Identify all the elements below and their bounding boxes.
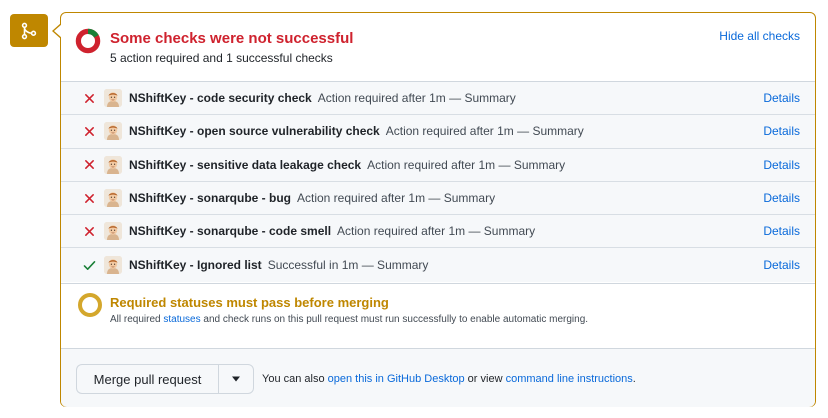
x-icon (82, 224, 96, 238)
check-details-link[interactable]: Details (763, 158, 800, 172)
merge-options-dropdown[interactable] (218, 364, 254, 394)
note-text-before: You can also (262, 373, 328, 385)
pending-circle-icon (78, 293, 102, 317)
check-text: NShiftKey - Ignored list Successful in 1m… (129, 258, 428, 272)
check-row: NShiftKey - sonarqube - code smell Action… (61, 215, 815, 249)
note-text-middle: or view (464, 373, 506, 385)
x-icon (82, 124, 96, 138)
avatar (104, 256, 122, 275)
merge-status-box: Some checks were not successful 5 action… (60, 12, 816, 407)
required-statuses-description: All required statuses and check runs on … (110, 313, 630, 326)
desc-text-after: and check runs on this pull request must… (200, 314, 589, 325)
checks-list: NShiftKey - code security check Action re… (61, 81, 815, 282)
check-details-link[interactable]: Details (763, 124, 800, 138)
check-description: Action required after 1m — Summary (367, 157, 566, 172)
check-text: NShiftKey - sonarqube - code smell Action… (129, 224, 535, 238)
check-text: NShiftKey - code security check Action re… (129, 91, 516, 105)
check-text: NShiftKey - open source vulnerability ch… (129, 124, 584, 138)
check-details-link[interactable]: Details (763, 191, 800, 205)
check-details-link[interactable]: Details (763, 91, 800, 105)
avatar (104, 189, 122, 208)
triangle-down-icon (232, 376, 240, 382)
check-description: Action required after 1m — Summary (297, 191, 496, 206)
check-name: NShiftKey - sonarqube - code smell (129, 224, 332, 239)
check-row: NShiftKey - sensitive data leakage check… (61, 149, 815, 182)
check-name: NShiftKey - sonarqube - bug (129, 191, 291, 206)
avatar (104, 89, 122, 108)
merge-alternatives-note: You can also open this in GitHub Desktop… (262, 372, 636, 386)
desc-text-before: All required (110, 314, 164, 325)
check-details-link[interactable]: Details (763, 258, 800, 272)
checks-summary-subtitle: 5 action required and 1 successful check… (110, 51, 333, 65)
x-icon (82, 91, 96, 105)
check-text: NShiftKey - sonarqube - bug Action requir… (129, 191, 495, 205)
check-description: Action required after 1m — Summary (385, 124, 584, 139)
checks-summary: Some checks were not successful 5 action… (61, 13, 815, 81)
check-details-link[interactable]: Details (763, 224, 800, 238)
merge-area: Merge pull request You can also open thi… (61, 348, 815, 407)
git-merge-glyph (21, 22, 37, 39)
required-statuses-title: Required statuses must pass before mergi… (110, 295, 389, 310)
check-name: NShiftKey - code security check (129, 91, 312, 106)
required-statuses-section: Required statuses must pass before mergi… (61, 283, 815, 350)
hide-all-checks-link[interactable]: Hide all checks (719, 29, 800, 43)
check-text: NShiftKey - sensitive data leakage check… (129, 158, 565, 172)
check-row: NShiftKey - sonarqube - bug Action requir… (61, 182, 815, 216)
avatar (104, 122, 122, 141)
merge-pull-request-button[interactable]: Merge pull request (76, 364, 218, 394)
check-row: NShiftKey - open source vulnerability ch… (61, 115, 815, 149)
x-icon (82, 158, 96, 172)
callout-arrow-fill (54, 24, 62, 38)
git-merge-icon (10, 14, 48, 47)
check-row: NShiftKey - code security check Action re… (61, 82, 815, 116)
check-description: Action required after 1m — Summary (337, 224, 536, 239)
statuses-link[interactable]: statuses (163, 314, 200, 325)
avatar (104, 155, 122, 174)
check-icon (82, 258, 96, 272)
check-name: NShiftKey - sensitive data leakage check (129, 157, 362, 172)
avatar (104, 222, 122, 241)
checks-donut-icon (75, 28, 101, 54)
x-icon (82, 191, 96, 205)
check-description: Action required after 1m — Summary (317, 91, 516, 106)
check-name: NShiftKey - Ignored list (129, 258, 262, 273)
command-line-instructions-link[interactable]: command line instructions (506, 373, 633, 385)
check-description: Successful in 1m — Summary (267, 258, 429, 273)
check-row: NShiftKey - Ignored list Successful in 1m… (61, 248, 815, 281)
note-text-after: . (632, 373, 636, 385)
checks-summary-title: Some checks were not successful (110, 30, 354, 47)
open-in-github-desktop-link[interactable]: open this in GitHub Desktop (328, 373, 465, 385)
check-name: NShiftKey - open source vulnerability ch… (129, 124, 380, 139)
